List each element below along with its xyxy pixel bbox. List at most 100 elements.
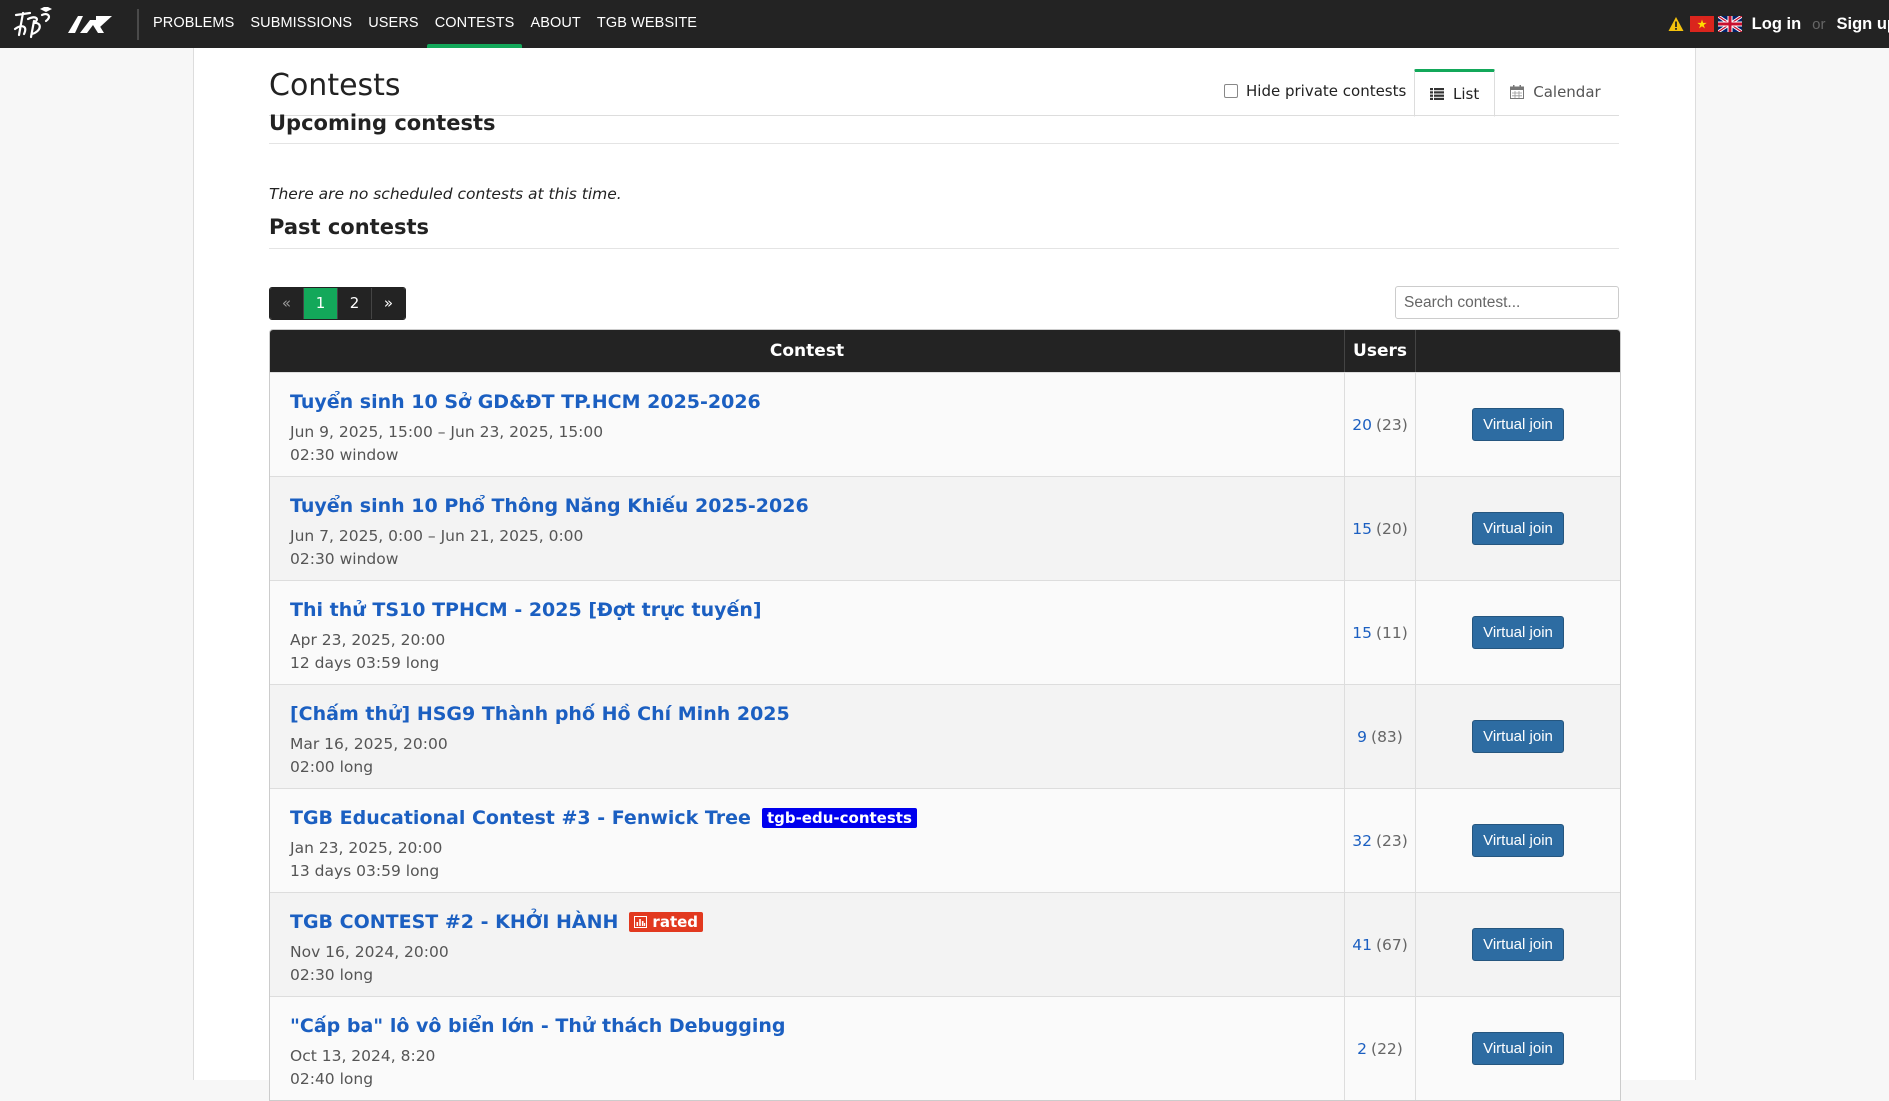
no-upcoming-message: There are no scheduled contests at this … [269,185,622,203]
virtual-join-button[interactable]: Virtual join [1472,408,1564,441]
pagination-page-1[interactable]: 1 [304,288,338,319]
contest-table: Contest Users Tuyển sinh 10 Sở GD&ĐT TP.… [269,329,1621,1101]
contest-name-link[interactable]: Tuyển sinh 10 Phổ Thông Năng Khiếu 2025-… [290,495,809,517]
search-contest-input[interactable] [1395,286,1619,319]
contest-name-link[interactable]: Tuyển sinh 10 Sở GD&ĐT TP.HCM 2025-2026 [290,391,761,413]
table-row: "Cấp ba" lô vô biển lớn - Thử thách Debu… [270,996,1620,1100]
nav-item-submissions[interactable]: SUBMISSIONS [242,0,360,48]
pagination-prev-button[interactable]: « [270,288,304,319]
virtual-join-button[interactable]: Virtual join [1472,512,1564,545]
column-header-action [1416,330,1620,372]
top-navbar: PROBLEMS SUBMISSIONS USERS CONTESTS ABOU… [0,0,1889,48]
table-row: Tuyển sinh 10 Phổ Thông Năng Khiếu 2025-… [270,476,1620,580]
hide-private-toggle[interactable]: Hide private contests [1224,82,1406,100]
virtual-join-button[interactable]: Virtual join [1472,928,1564,961]
users-total: (67) [1376,936,1408,954]
action-cell: Virtual join [1416,685,1620,788]
users-total: (20) [1376,520,1408,538]
users-count-link[interactable]: 2 [1357,1040,1367,1058]
view-tabs: List Calendar [1414,69,1616,116]
tab-calendar[interactable]: Calendar [1495,69,1615,115]
virtual-join-button[interactable]: Virtual join [1472,616,1564,649]
login-link[interactable]: Log in [1752,15,1801,34]
signup-link[interactable]: Sign up [1837,15,1889,34]
tab-calendar-label: Calendar [1533,83,1600,101]
contest-cell: "Cấp ba" lô vô biển lớn - Thử thách Debu… [270,997,1345,1100]
ix-logo[interactable] [66,6,116,42]
action-cell: Virtual join [1416,581,1620,684]
contest-time: Mar 16, 2025, 20:00 [290,733,1324,756]
nav-user-area: Log in or Sign up [1668,0,1889,48]
users-total: (23) [1376,416,1408,434]
table-row: Tuyển sinh 10 Sở GD&ĐT TP.HCM 2025-2026 … [270,372,1620,476]
upcoming-section-title: Upcoming contests [269,111,495,135]
contest-cell: Tuyển sinh 10 Phổ Thông Năng Khiếu 2025-… [270,477,1345,580]
contest-time: Jun 7, 2025, 0:00 – Jun 21, 2025, 0:00 [290,525,1324,548]
column-header-contest[interactable]: Contest [270,330,1345,372]
hide-private-checkbox[interactable] [1224,84,1238,98]
pagination-page-2[interactable]: 2 [338,288,372,319]
contest-time: Nov 16, 2024, 20:00 [290,941,1324,964]
pagination-next-button[interactable]: » [372,288,405,319]
nav-item-users[interactable]: USERS [360,0,426,48]
users-cell: 9 (83) [1345,685,1416,788]
virtual-join-button[interactable]: Virtual join [1472,720,1564,753]
contest-time: Oct 13, 2024, 8:20 [290,1045,1324,1068]
nav-item-problems[interactable]: PROBLEMS [145,0,242,48]
virtual-join-button[interactable]: Virtual join [1472,1032,1564,1065]
action-cell: Virtual join [1416,477,1620,580]
users-cell: 2 (22) [1345,997,1416,1100]
past-section-title: Past contests [269,215,429,239]
contest-cell: [Chấm thử] HSG9 Thành phố Hồ Chí Minh 20… [270,685,1345,788]
users-count-link[interactable]: 15 [1352,624,1372,642]
uk-flag-icon[interactable] [1718,16,1742,32]
users-count-link[interactable]: 9 [1357,728,1367,746]
users-total: (22) [1371,1040,1403,1058]
content-panel: Contests Hide private contests List Cale… [193,48,1696,1080]
contest-duration: 02:00 long [290,756,1324,779]
contest-name-link[interactable]: Thi thử TS10 TPHCM - 2025 [Đợt trực tuyế… [290,599,762,621]
nav-item-about[interactable]: ABOUT [522,0,588,48]
nav-item-contests[interactable]: CONTESTS [427,0,523,48]
rated-badge-label: rated [652,913,698,931]
warning-icon[interactable] [1668,16,1684,32]
hide-private-label: Hide private contests [1246,82,1406,100]
upcoming-divider [269,143,1619,144]
list-icon [1430,88,1444,100]
tgb-logo[interactable] [12,6,60,42]
contest-time: Jun 9, 2025, 15:00 – Jun 23, 2025, 15:00 [290,421,1324,444]
bar-chart-icon [634,916,647,928]
virtual-join-button[interactable]: Virtual join [1472,824,1564,857]
table-header: Contest Users [270,330,1620,372]
contest-time: Apr 23, 2025, 20:00 [290,629,1324,652]
table-row: [Chấm thử] HSG9 Thành phố Hồ Chí Minh 20… [270,684,1620,788]
column-header-users[interactable]: Users [1345,330,1416,372]
users-cell: 41 (67) [1345,893,1416,996]
action-cell: Virtual join [1416,893,1620,996]
users-count-link[interactable]: 32 [1352,832,1372,850]
vietnam-flag-icon[interactable] [1690,16,1714,32]
action-cell: Virtual join [1416,373,1620,476]
users-count-link[interactable]: 15 [1352,520,1372,538]
contest-cell: TGB CONTEST #2 - KHỞI HÀNH rated Nov 16,… [270,893,1345,996]
page-title: Contests [269,68,401,103]
users-count-link[interactable]: 41 [1352,936,1372,954]
contest-cell: Thi thử TS10 TPHCM - 2025 [Đợt trực tuyế… [270,581,1345,684]
contest-name-link[interactable]: "Cấp ba" lô vô biển lớn - Thử thách Debu… [290,1015,785,1037]
users-cell: 15 (11) [1345,581,1416,684]
users-count-link[interactable]: 20 [1352,416,1372,434]
contest-cell: Tuyển sinh 10 Sở GD&ĐT TP.HCM 2025-2026 … [270,373,1345,476]
pagination: « 1 2 » [269,287,406,320]
table-row: TGB CONTEST #2 - KHỞI HÀNH rated Nov 16,… [270,892,1620,996]
nav-item-tgb-website[interactable]: TGB WEBSITE [589,0,705,48]
contest-duration: 02:30 window [290,548,1324,571]
tab-list[interactable]: List [1414,69,1495,117]
contest-duration: 13 days 03:59 long [290,860,1324,883]
contest-name-link[interactable]: [Chấm thử] HSG9 Thành phố Hồ Chí Minh 20… [290,703,790,725]
table-row: Thi thử TS10 TPHCM - 2025 [Đợt trực tuyế… [270,580,1620,684]
calendar-icon [1510,85,1524,99]
contest-name-link[interactable]: TGB CONTEST #2 - KHỞI HÀNH [290,911,618,933]
contest-cell: TGB Educational Contest #3 - Fenwick Tre… [270,789,1345,892]
contest-tag-badge[interactable]: tgb-edu-contests [762,808,917,828]
contest-name-link[interactable]: TGB Educational Contest #3 - Fenwick Tre… [290,807,751,829]
